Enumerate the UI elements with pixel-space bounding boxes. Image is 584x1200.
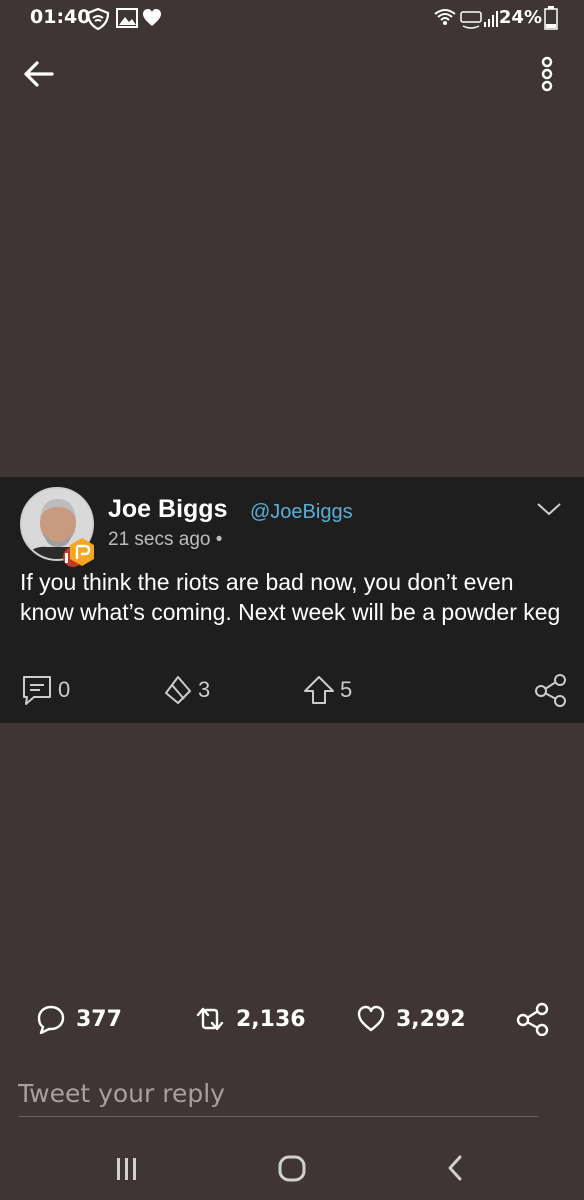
post-echo-button[interactable]: 3 [160,673,210,707]
gallery-icon [116,8,138,28]
comment-icon [23,676,51,705]
post-author-name[interactable]: Joe Biggs [108,495,227,524]
post-timestamp: 21 secs ago • [108,529,223,550]
battery-percentage: 24% [498,7,542,28]
battery-icon [544,6,558,30]
embedded-post-card[interactable]: Joe Biggs @JoeBiggs 21 secs ago • If you… [0,477,584,723]
post-comment-count: 0 [58,677,71,702]
tweet-retweet-count: 2,136 [236,1006,306,1032]
post-comment-button[interactable]: 0 [20,673,70,707]
tweet-reply-count: 377 [76,1006,122,1032]
status-time: 01:40 [30,6,91,28]
more-vertical-icon [541,56,553,92]
system-back-button[interactable] [436,1152,476,1184]
vpn-shield-icon [86,8,110,30]
reply-icon [37,1005,65,1034]
upvote-icon [304,676,334,704]
retweet-icon [196,1007,224,1031]
heart-icon [357,1005,385,1032]
post-upvote-button[interactable]: 5 [302,673,352,707]
chevron-down-icon [537,503,561,516]
echo-icon [165,676,191,704]
home-icon [278,1155,306,1182]
post-echo-count: 3 [198,677,211,702]
chevron-left-icon [448,1155,462,1181]
tweet-like-button[interactable]: 3,292 [356,1002,466,1036]
post-author-handle[interactable]: @JoeBiggs [250,501,353,524]
home-button[interactable] [272,1152,312,1184]
post-upvote-count: 5 [340,677,353,702]
post-text: If you think the riots are bad now, you … [20,569,561,625]
post-menu-button[interactable] [536,499,562,519]
tweet-like-count: 3,292 [396,1006,466,1032]
share-icon [516,1002,549,1037]
recent-apps-icon [117,1158,136,1180]
tweet-share-button[interactable] [516,1002,550,1037]
recent-apps-button[interactable] [106,1152,146,1184]
wifi-icon [434,9,456,25]
heart-status-icon [143,9,161,26]
system-nav-bar [0,1138,584,1200]
tweet-reply-button[interactable]: 377 [36,1002,122,1036]
volte-icon [460,11,482,29]
post-share-button[interactable] [534,673,568,707]
status-bar: 01:40 24% [0,0,584,40]
tweet-retweet-button[interactable]: 2,136 [194,1002,306,1036]
share-icon [535,674,566,707]
back-button[interactable] [20,56,60,92]
reply-input[interactable] [18,1070,538,1117]
parler-badge-icon [62,535,98,571]
more-options-button[interactable] [532,54,562,94]
back-arrow-icon [24,61,54,87]
